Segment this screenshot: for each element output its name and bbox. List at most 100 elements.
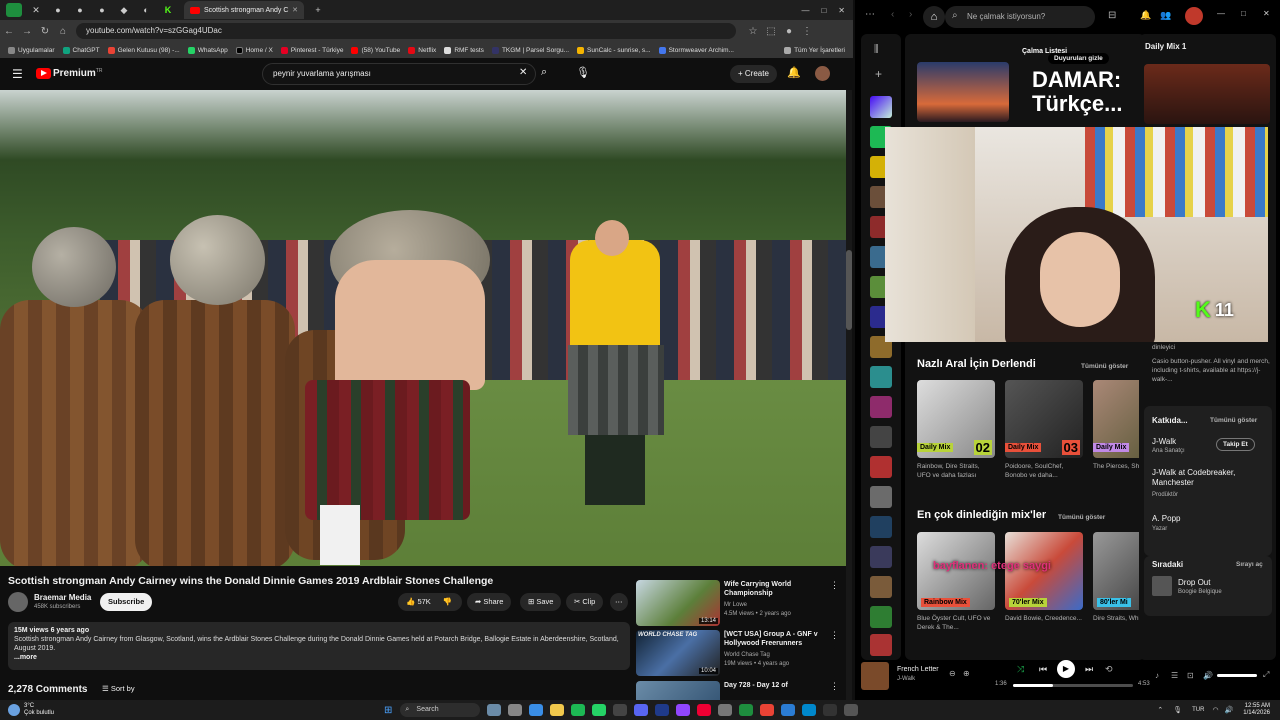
search-input[interactable]: peynir yuvarlama yarışması	[262, 63, 536, 85]
bookmark-chatgpt[interactable]: ChatGPT	[62, 46, 100, 54]
now-playing-artist[interactable]: J-Walk	[897, 676, 915, 682]
app-icon[interactable]	[823, 704, 838, 716]
previous-icon[interactable]: ⏮	[1039, 664, 1047, 675]
close-window-icon[interactable]: ✕	[1263, 9, 1270, 18]
app-icon[interactable]	[718, 704, 733, 716]
mix-card[interactable]: 80'ler Mi Dire Straits, Whitesnake	[1093, 532, 1145, 623]
mix-card[interactable]: 70'ler Mix David Bowie, Creedence...	[1005, 532, 1083, 623]
mic-tray-icon[interactable]: 🎙	[1173, 706, 1182, 714]
now-playing-cover[interactable]	[861, 662, 889, 690]
playlist-cover[interactable]	[870, 516, 892, 538]
playlist-cover[interactable]	[870, 634, 892, 656]
close-tab-icon[interactable]: ✕	[292, 6, 298, 14]
queue-artist[interactable]: Boogie Belgique	[1178, 589, 1222, 595]
progress-bar[interactable]	[1013, 684, 1133, 687]
avatar[interactable]	[815, 66, 830, 81]
bookmark-gmail[interactable]: Gelen Kutusu (98) -...	[107, 46, 180, 54]
volume-icon[interactable]: 🔊	[1203, 671, 1213, 680]
kick-tab-icon[interactable]: K	[160, 3, 176, 17]
repeat-icon[interactable]: ⟲	[1105, 664, 1113, 675]
description-box[interactable]: 15M views 6 years ago Scottish strongman…	[8, 622, 630, 670]
lyrics-icon[interactable]: ♪	[1155, 671, 1159, 680]
home-icon[interactable]: ⌂	[54, 26, 72, 37]
x-tab-icon[interactable]: ✕	[28, 3, 44, 17]
bookmark-whatsapp[interactable]: WhatsApp	[187, 46, 228, 54]
start-icon[interactable]: ⊞	[384, 705, 392, 716]
github-tab-icon[interactable]: ●	[72, 3, 88, 17]
kebab-menu-icon[interactable]: ⋮	[830, 630, 839, 641]
playlist-cover[interactable]	[870, 456, 892, 478]
bookmark-stormweaver[interactable]: Stormweaver Archim...	[658, 46, 734, 54]
excel-icon[interactable]	[739, 704, 754, 716]
fullscreen-icon[interactable]: ⤢	[1263, 670, 1269, 680]
playlist-cover[interactable]	[870, 486, 892, 508]
file-explorer-icon[interactable]	[529, 704, 544, 716]
recommended-video[interactable]: Day 728 - Day 12 of ⋮	[636, 681, 846, 700]
video-player[interactable]	[0, 90, 846, 566]
tab-icon[interactable]: ●	[50, 3, 66, 17]
kebab-menu-icon[interactable]: ⋮	[830, 681, 839, 692]
playlist-cover[interactable]	[870, 366, 892, 388]
save-button[interactable]: ⊞ Save	[520, 593, 562, 611]
youtube-logo[interactable]: Premium TR	[36, 68, 102, 79]
more-link[interactable]: ...more	[14, 653, 624, 662]
maximize-icon[interactable]: □	[821, 6, 826, 15]
channel-avatar[interactable]	[8, 592, 28, 612]
whatsapp-icon[interactable]	[592, 704, 607, 716]
language-indicator[interactable]: TUR	[1192, 707, 1204, 713]
bookmark-pinterest[interactable]: Pinterest - Türkiye	[280, 46, 343, 54]
sheets-tab-icon[interactable]	[6, 3, 22, 17]
app-icon[interactable]	[697, 704, 712, 716]
browse-icon[interactable]: ⊟	[1108, 10, 1116, 21]
bookmark-x[interactable]: Home / X	[235, 46, 273, 54]
mix-card[interactable]: Daily Mix 03 Poidoore, SoulChef, Bonobo …	[1005, 380, 1083, 480]
clip-button[interactable]: ✂ Clip	[566, 593, 604, 611]
close-window-icon[interactable]: ✕	[838, 6, 845, 15]
app-icon[interactable]	[613, 704, 628, 716]
remove-icon[interactable]: ⊖	[949, 669, 956, 678]
app-icon[interactable]	[844, 704, 859, 716]
credit-name[interactable]: J-Walk at Codebreaker, Manchester	[1152, 468, 1264, 488]
follow-button[interactable]: Takip Et	[1216, 438, 1255, 451]
now-playing-title[interactable]: French Letter	[897, 666, 939, 673]
playlist-cover[interactable]	[870, 606, 892, 628]
tab-active[interactable]: Scottish strongman Andy C ✕	[184, 1, 304, 19]
app-icon[interactable]	[781, 704, 796, 716]
playlist-cover[interactable]	[870, 576, 892, 598]
mix-card[interactable]: Daily Mix 02 Rainbow, Dire Straits, UFO …	[917, 380, 995, 480]
more-menu-icon[interactable]: ⋯	[865, 9, 875, 20]
volume-slider[interactable]	[1217, 674, 1257, 677]
bookmark-all[interactable]: Tüm Yer İşaretleri	[784, 46, 845, 54]
task-view-icon[interactable]	[508, 704, 523, 716]
bookmark-rmf[interactable]: RMF tests	[444, 46, 484, 54]
subscribe-button[interactable]: Subscribe	[100, 593, 153, 611]
avatar[interactable]	[1185, 7, 1203, 25]
hero-title[interactable]: DAMAR: Türkçe...	[1032, 68, 1122, 116]
new-tab-icon[interactable]: +	[310, 3, 326, 17]
bell-icon[interactable]: 🔔	[787, 66, 801, 79]
playlist-cover[interactable]	[870, 396, 892, 418]
mix-card[interactable]: Daily Mix The Pierces, Shivaree	[1093, 380, 1145, 471]
minimize-icon[interactable]: —	[801, 6, 809, 15]
kebab-menu-icon[interactable]: ⋮	[830, 580, 839, 591]
credit-name[interactable]: A. Popp	[1152, 514, 1180, 523]
bookmark-youtube[interactable]: (58) YouTube	[351, 46, 400, 54]
bookmark-tkgm[interactable]: TKGM | Parsel Sorgu...	[491, 46, 569, 54]
search-input[interactable]: Ne çalmak istiyorsun?	[945, 6, 1095, 28]
hamburger-menu-icon[interactable]: ☰	[12, 67, 23, 81]
library-icon[interactable]: ⫼	[874, 44, 879, 55]
like-icon[interactable]: 👍	[406, 597, 417, 606]
more-actions-button[interactable]: ⋯	[610, 593, 628, 611]
channel-name[interactable]: Braemar Media	[34, 593, 91, 602]
section-title[interactable]: Nazlı Aral İçin Derlendi	[917, 358, 1036, 370]
home-icon[interactable]: ⌂	[923, 6, 945, 28]
devices-icon[interactable]: ⊡	[1187, 671, 1194, 680]
photoshop-icon[interactable]	[655, 704, 670, 716]
add-icon[interactable]: ⊕	[963, 669, 970, 678]
shuffle-icon[interactable]: ⤨	[1017, 664, 1024, 675]
queue-icon[interactable]: ☰	[1171, 671, 1178, 680]
open-queue-link[interactable]: Sırayı aç	[1236, 561, 1263, 568]
hide-ads-button[interactable]: Duyuruları gizle	[1048, 53, 1109, 64]
mix-card[interactable]: Rainbow Mix Blue Öyster Cult, UFO ve Der…	[917, 532, 995, 632]
search-icon[interactable]: ⌕	[541, 66, 547, 79]
